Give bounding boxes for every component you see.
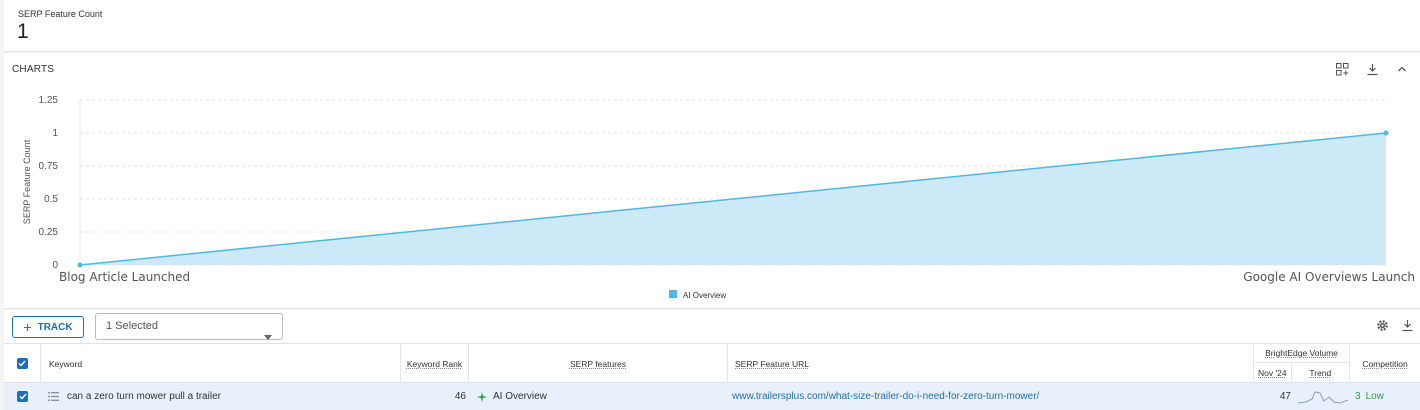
keyword-rank-cell: 46 [454, 391, 466, 402]
header-competition-label: Competition [1362, 358, 1408, 369]
settings-gear-icon[interactable] [1376, 319, 1389, 337]
keyword-text: can a zero turn mower pull a trailer [67, 391, 221, 402]
serp-feature-cell: AI Overview [477, 383, 727, 410]
header-volume-group-label: BrightEdge Volume [1265, 348, 1338, 358]
metric-value: 1 [17, 20, 29, 43]
header-serp-features-label: SERP features [569, 358, 627, 369]
toolbar-actions [1376, 319, 1414, 337]
table-toolbar: + TRACK 1 Selected [4, 310, 1420, 344]
plus-icon: + [23, 319, 32, 335]
selection-dropdown-value: 1 Selected [106, 320, 158, 332]
data-point[interactable] [77, 262, 83, 268]
legend-label[interactable]: AI Overview [683, 291, 726, 300]
table-header: Keyword Keyword Rank SERP features SERP … [4, 344, 1420, 383]
serp-feature-name: AI Overview [493, 391, 547, 402]
keywords-table: Keyword Keyword Rank SERP features SERP … [4, 344, 1420, 410]
sparkle-icon [477, 391, 487, 402]
y-tick-label: 0.25 [39, 227, 59, 238]
header-serp-feature-url[interactable]: SERP Feature URL [728, 344, 1254, 383]
header-trend[interactable]: Trend [1292, 363, 1349, 383]
y-tick-label: 0 [52, 260, 58, 271]
header-serp-feature-url-label: SERP Feature URL [735, 358, 810, 369]
header-brightedge-volume: BrightEdge Volume Nov '24 Trend [1254, 344, 1350, 383]
header-serp-features[interactable]: SERP features [469, 344, 728, 383]
header-keyword-rank-label: Keyword Rank [406, 358, 463, 369]
header-keyword-label: Keyword [49, 358, 83, 369]
header-keyword[interactable]: Keyword [41, 344, 401, 383]
track-button[interactable]: + TRACK [12, 316, 84, 338]
legend-swatch [669, 290, 677, 298]
charts-panel: CHARTS 0 0.25 0.5 0.75 1 1.25 SERP Featu… [4, 53, 1420, 309]
header-volume-month[interactable]: Nov '24 [1254, 363, 1292, 383]
list-details-icon[interactable] [48, 392, 59, 401]
keyword-cell: can a zero turn mower pull a trailer [48, 383, 398, 410]
header-trend-label: Trend [1309, 368, 1332, 378]
area-chart: 0 0.25 0.5 0.75 1 1.25 SERP Feature Count Blo… [22, 95, 1415, 300]
table-row[interactable]: can a zero turn mower pull a trailer 46 … [4, 383, 1420, 410]
serp-feature-url-link[interactable]: www.trailersplus.com/what-size-trailer-d… [732, 383, 1252, 410]
competition-score: 3 [1355, 391, 1361, 402]
selection-dropdown[interactable]: 1 Selected [95, 313, 283, 340]
row-checkbox[interactable] [4, 383, 41, 410]
competition-level: Low [1365, 391, 1384, 402]
header-select-all[interactable] [4, 344, 41, 383]
header-competition[interactable]: Competition [1350, 344, 1420, 383]
serp-feature-count-card: SERP Feature Count 1 [4, 0, 1420, 52]
checkbox-checked-icon[interactable] [16, 358, 28, 369]
y-axis-label: SERP Feature Count [22, 139, 32, 224]
header-keyword-rank[interactable]: Keyword Rank [401, 344, 469, 383]
competition-cell: 3 Low [1355, 383, 1420, 410]
x-tick-label: Blog Article Launched [59, 270, 190, 284]
page: SERP Feature Count 1 CHARTS 0 0.25 0.5 0… [0, 0, 1420, 410]
header-volume-month-label: Nov '24 [1258, 368, 1287, 378]
trend-sparkline [1296, 383, 1352, 410]
track-button-label: TRACK [37, 321, 73, 333]
metric-label: SERP Feature Count [18, 9, 103, 19]
y-tick-label: 1 [52, 128, 58, 139]
table-download-icon[interactable] [1401, 319, 1414, 337]
x-tick-label: Google AI Overviews Launch [1243, 270, 1415, 284]
data-point[interactable] [1383, 130, 1389, 136]
checkbox-checked-icon[interactable] [17, 391, 28, 402]
y-tick-label: 0.5 [44, 194, 58, 205]
y-tick-label: 1.25 [39, 95, 59, 106]
volume-cell: 47 [1279, 391, 1291, 402]
y-tick-label: 0.75 [39, 161, 59, 172]
